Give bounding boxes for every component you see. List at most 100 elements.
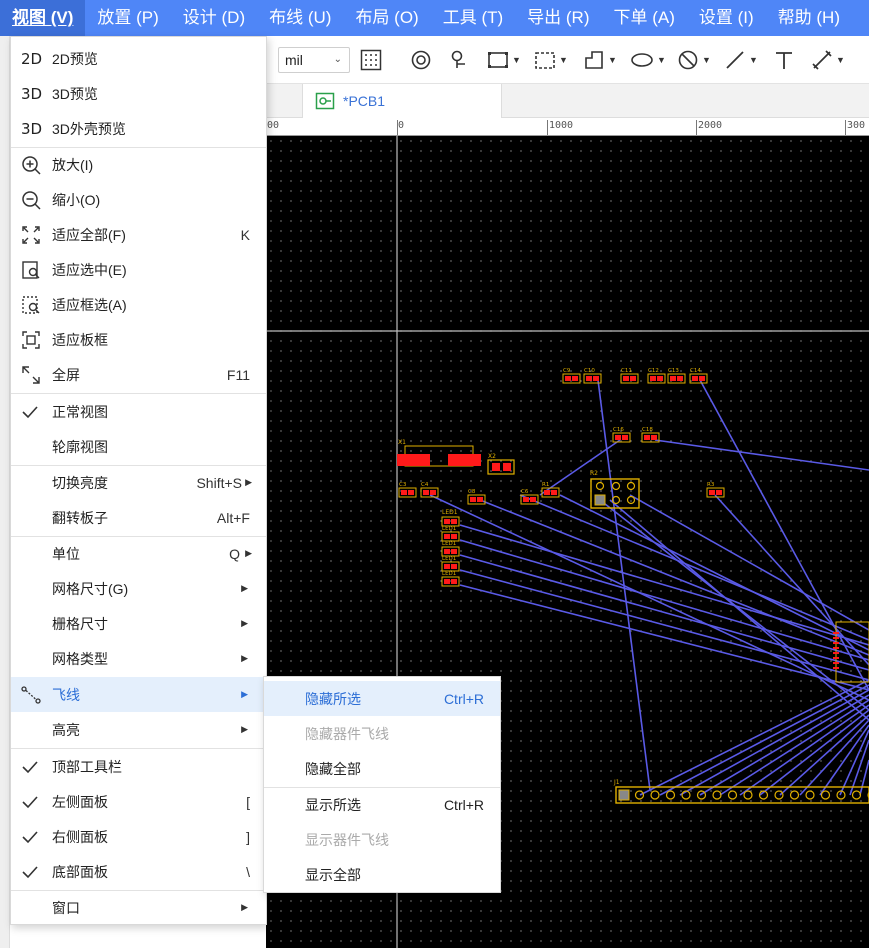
pcb-document-icon: [315, 92, 335, 110]
menu-item-units[interactable]: 单位 Q ▶: [11, 536, 266, 571]
menu-item-highlight[interactable]: 高亮 ▶: [11, 712, 266, 747]
designator-label: C11: [621, 368, 632, 374]
submenu-item-show-component-ratsnest[interactable]: 显示器件飞线: [264, 822, 500, 857]
menu-item-ratsnest[interactable]: 飞线 ▶: [11, 677, 266, 712]
2d-icon: 2D: [21, 49, 43, 68]
dropdown-caret-icon: ▼: [512, 55, 521, 65]
rect-tool-button[interactable]: ▼: [487, 48, 521, 72]
menu-item-3d-enclosure-preview[interactable]: 3D 3D外壳预览: [11, 111, 266, 146]
designator-label: R3: [707, 482, 715, 488]
menu-item-grid-type[interactable]: 网格类型 ▶: [11, 641, 266, 676]
region-icon: [535, 52, 555, 69]
menu-item-normal-view[interactable]: 正常视图: [11, 394, 266, 429]
dropdown-caret-icon: ▼: [702, 55, 711, 65]
no-connect-tool-button[interactable]: ▼: [677, 48, 711, 72]
text-tool-button[interactable]: [773, 48, 795, 72]
region-tool-button[interactable]: ▼: [534, 48, 568, 72]
menu-settings[interactable]: 设置 (I): [687, 0, 766, 36]
smd-pad: [401, 490, 407, 495]
via-tool-button[interactable]: [410, 48, 432, 72]
ellipse-tool-button[interactable]: ▼: [630, 48, 666, 72]
header-pin: [820, 790, 831, 800]
ruler-label: 300: [847, 120, 866, 131]
x1-pad-right: [448, 454, 481, 466]
menu-item-left-panel[interactable]: 左侧面板 [: [11, 784, 266, 819]
designator-label: C14: [690, 368, 701, 374]
3d-icon: 3D: [21, 119, 43, 138]
menu-place[interactable]: 放置 (P): [85, 0, 170, 36]
menu-item-fit-box[interactable]: 适应框选(A): [11, 287, 266, 322]
designator-label: C3: [399, 482, 407, 488]
menu-item-zoom-in[interactable]: 放大(I): [11, 147, 266, 182]
designator-label: R1: [542, 482, 549, 488]
designator-label: C4: [421, 482, 429, 488]
designator-label: LED1: [442, 571, 456, 577]
caret-right-icon: ▶: [241, 689, 248, 699]
submenu-item-show-selected[interactable]: 显示所选 Ctrl+R: [264, 787, 500, 822]
menu-item-flip-board[interactable]: 翻转板子 Alt+F: [11, 500, 266, 535]
smd-pad: [551, 490, 557, 495]
menu-item-right-panel[interactable]: 右侧面板 ]: [11, 819, 266, 854]
designator-label: C9: [563, 368, 571, 374]
zoom-out-icon: [21, 190, 43, 210]
x1-pad-left: [397, 454, 430, 466]
smd-pad: [451, 519, 457, 524]
menu-item-window[interactable]: 窗口 ▶: [11, 890, 266, 925]
menu-layout[interactable]: 布局 (O): [343, 0, 430, 36]
menu-order[interactable]: 下单 (A): [601, 0, 686, 36]
menu-export[interactable]: 导出 (R): [515, 0, 601, 36]
designator-label: C18: [642, 427, 653, 433]
menu-route[interactable]: 布线 (U): [257, 0, 343, 36]
designator-label: C12: [648, 368, 659, 374]
menu-item-grid-size[interactable]: 网格尺寸(G) ▶: [11, 571, 266, 606]
smd-pad: [615, 435, 621, 440]
fit-board-icon: [21, 330, 43, 350]
smd-pad: [709, 490, 715, 495]
dimension-tool-button[interactable]: ▼: [811, 48, 845, 72]
caret-right-icon: ▶: [241, 653, 248, 663]
menu-item-fit-all[interactable]: 适应全部(F) K: [11, 217, 266, 252]
unit-select[interactable]: mil ⌄: [278, 47, 350, 73]
menu-item-top-toolbar[interactable]: 顶部工具栏: [11, 749, 266, 784]
menu-help[interactable]: 帮助 (H): [766, 0, 852, 36]
dropdown-caret-icon: ▼: [657, 55, 666, 65]
smd-pad: [451, 549, 457, 554]
menu-item-fullscreen[interactable]: 全屏 F11: [11, 357, 266, 392]
menu-item-snap-size[interactable]: 栅格尺寸 ▶: [11, 606, 266, 641]
check-icon: [21, 403, 43, 421]
menu-view[interactable]: 视图 (V): [0, 0, 86, 36]
menu-item-bottom-panel[interactable]: 底部面板 \: [11, 854, 266, 889]
menu-item-2d-preview[interactable]: 2D 2D预览: [11, 41, 266, 76]
grid-toggle-button[interactable]: [360, 48, 382, 72]
smd-pad: [699, 376, 705, 381]
horizontal-ruler: 00 0 1000 2000 300: [266, 118, 869, 136]
submenu-item-hide-all[interactable]: 隐藏全部: [264, 751, 500, 786]
header-pin: [727, 790, 738, 800]
smd-pad: [451, 579, 457, 584]
submenu-item-show-all[interactable]: 显示全部: [264, 857, 500, 892]
smd-pad: [477, 497, 483, 502]
menu-item-zoom-out[interactable]: 缩小(O): [11, 182, 266, 217]
menu-tools[interactable]: 工具 (T): [431, 0, 515, 36]
menu-item-toggle-brightness[interactable]: 切换亮度 Shift+S ▶: [11, 465, 266, 500]
smd-pad: [623, 376, 629, 381]
submenu-item-hide-component-ratsnest[interactable]: 隐藏器件飞线: [264, 716, 500, 751]
smd-pad: [444, 579, 450, 584]
smd-pad: [470, 497, 476, 502]
menu-item-outline-view[interactable]: 轮廓视图: [11, 429, 266, 464]
view-menu-dropdown: 2D 2D预览 3D 3D预览 3D 3D外壳预览 放大(I) 缩小(O) 适应…: [10, 36, 267, 925]
menu-design[interactable]: 设计 (D): [171, 0, 257, 36]
menu-item-3d-preview[interactable]: 3D 3D预览: [11, 76, 266, 111]
designator-x1: X1: [398, 439, 406, 446]
menu-item-fit-selection[interactable]: 适应选中(E): [11, 252, 266, 287]
pin-tool-button[interactable]: [449, 48, 471, 72]
designator-x2: X2: [488, 453, 496, 460]
caret-right-icon: ▶: [241, 583, 248, 593]
line-tool-button[interactable]: ▼: [724, 48, 758, 72]
menu-item-fit-board-outline[interactable]: 适应板框: [11, 322, 266, 357]
tab-label: *PCB1: [343, 93, 386, 109]
board-outline-tool-button[interactable]: ▼: [583, 48, 617, 72]
submenu-item-hide-selected[interactable]: 隐藏所选 Ctrl+R: [264, 681, 500, 716]
tab-pcb1[interactable]: *PCB1: [302, 84, 502, 118]
header-pin: [851, 790, 862, 800]
